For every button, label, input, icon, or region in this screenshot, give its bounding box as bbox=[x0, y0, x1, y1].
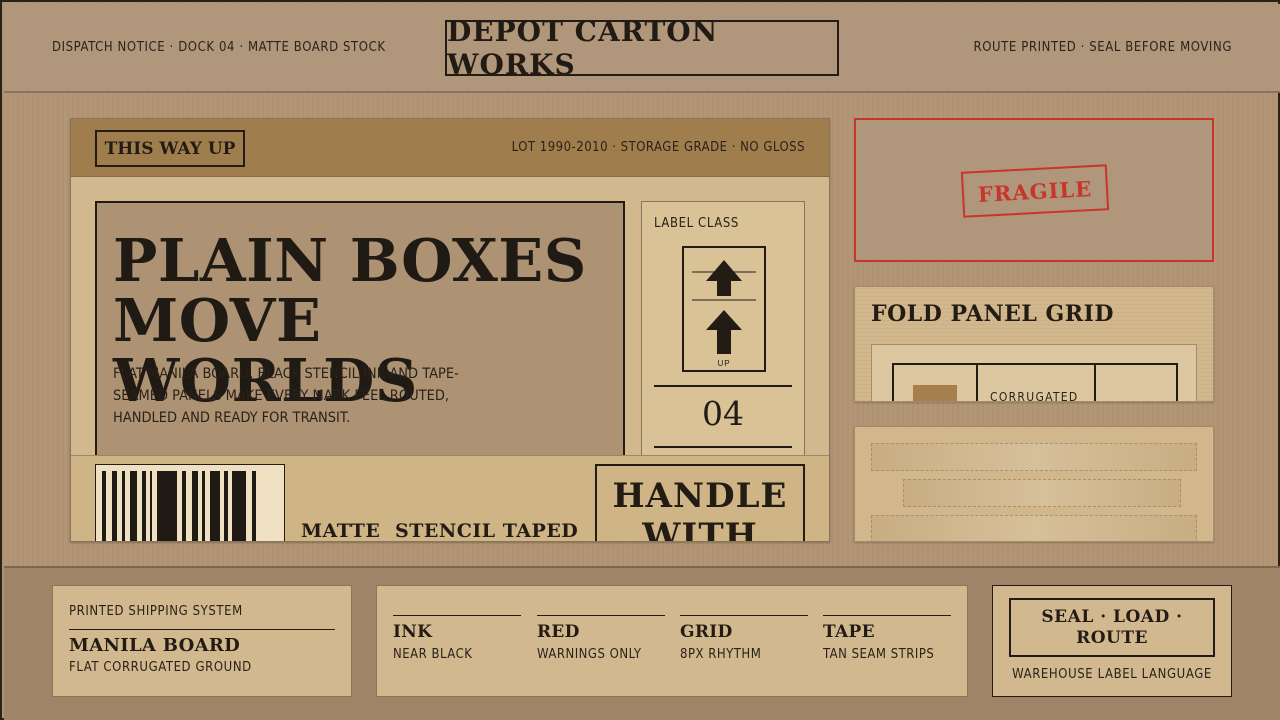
fold-grid-sheet: CORRUGATED bbox=[871, 344, 1197, 402]
seal-subtitle: WAREHOUSE LABEL LANGUAGE bbox=[1012, 667, 1212, 682]
barcode-icon bbox=[102, 471, 256, 541]
system-subtitle: FLAT CORRUGATED GROUND bbox=[69, 660, 252, 675]
label-rule-bottom bbox=[654, 446, 792, 448]
dispatch-notice: DISPATCH NOTICE · DOCK 04 · MATTE BOARD … bbox=[52, 40, 386, 55]
this-way-up-label: UP bbox=[682, 246, 766, 372]
system-card: PRINTED SHIPPING SYSTEM MANILA BOARD FLA… bbox=[52, 585, 352, 697]
card-footer: MATTE STENCIL TAPED HANDLE WITH bbox=[71, 455, 829, 542]
up-label: UP bbox=[717, 359, 731, 368]
spec-name: GRID bbox=[680, 622, 733, 642]
spec-item-ink: INK NEAR BLACK bbox=[393, 615, 521, 662]
hero-body: FLAT MANILA BOARD, BLACK STENCIL INK AND… bbox=[113, 366, 459, 426]
spec-desc: NEAR BLACK bbox=[393, 647, 473, 662]
spec-name: RED bbox=[537, 622, 580, 642]
spec-card: INK NEAR BLACK RED WARNINGS ONLY GRID 8P… bbox=[376, 585, 968, 697]
lot-text: LOT 1990-2010 · STORAGE GRADE · NO GLOSS bbox=[511, 140, 805, 155]
fold-line bbox=[1094, 365, 1096, 401]
seal-card: SEAL · LOAD · ROUTE WAREHOUSE LABEL LANG… bbox=[992, 585, 1232, 697]
page-frame: DISPATCH NOTICE · DOCK 04 · MATTE BOARD … bbox=[0, 0, 1280, 720]
fragile-stamp: FRAGILE bbox=[960, 164, 1110, 218]
fold-grid: CORRUGATED bbox=[892, 363, 1178, 402]
spec-desc: WARNINGS ONLY bbox=[537, 647, 642, 662]
brand-logo[interactable]: DEPOT CARTON WORKS bbox=[445, 15, 839, 81]
this-way-up-badge: THIS WAY UP bbox=[95, 130, 245, 167]
route-note: ROUTE PRINTED · SEAL BEFORE MOVING bbox=[973, 40, 1232, 55]
fragile-panel: FRAGILE bbox=[854, 118, 1214, 262]
stencil-taped-word: STENCIL TAPED bbox=[395, 520, 579, 542]
bottom-band: PRINTED SHIPPING SYSTEM MANILA BOARD FLA… bbox=[4, 566, 1280, 720]
system-rule bbox=[69, 629, 335, 630]
up-arrows-icon bbox=[692, 260, 756, 354]
top-bar: DISPATCH NOTICE · DOCK 04 · MATTE BOARD … bbox=[4, 4, 1280, 93]
label-class-title: LABEL CLASS bbox=[654, 216, 739, 231]
system-title: MANILA BOARD bbox=[69, 635, 241, 656]
tape-swatch bbox=[913, 385, 957, 401]
spec-item-tape: TAPE TAN SEAM STRIPS bbox=[823, 615, 951, 662]
spec-item-red: RED WARNINGS ONLY bbox=[537, 615, 665, 662]
seal-load-route-button[interactable]: SEAL · LOAD · ROUTE bbox=[1009, 598, 1215, 657]
tape-strip bbox=[871, 443, 1197, 471]
spec-item-grid: GRID 8PX RHYTHM bbox=[680, 615, 808, 662]
spec-desc: TAN SEAM STRIPS bbox=[823, 647, 935, 662]
tape-strip bbox=[871, 515, 1197, 541]
barcode bbox=[95, 464, 285, 541]
spec-name: INK bbox=[393, 622, 433, 642]
label-class-number: 04 bbox=[702, 394, 744, 433]
tape-strips-panel bbox=[854, 426, 1214, 542]
system-eyebrow: PRINTED SHIPPING SYSTEM bbox=[69, 604, 243, 619]
tape-strip bbox=[903, 479, 1181, 507]
handle-with-care-label: HANDLE WITH bbox=[595, 464, 805, 541]
fold-panel-title: FOLD PANEL GRID bbox=[871, 301, 1114, 327]
hero-title-line-1: PLAIN BOXES bbox=[113, 226, 587, 295]
corrugated-label: CORRUGATED bbox=[990, 390, 1079, 402]
main-card: THIS WAY UP LOT 1990-2010 · STORAGE GRAD… bbox=[70, 118, 830, 542]
spec-desc: 8PX RHYTHM bbox=[680, 647, 762, 662]
fold-panel-grid: FOLD PANEL GRID CORRUGATED bbox=[854, 286, 1214, 402]
hero-panel: PLAIN BOXES MOVE WORLDS FLAT MANILA BOAR… bbox=[95, 201, 625, 461]
label-rule-top bbox=[654, 385, 792, 387]
spec-name: TAPE bbox=[823, 622, 875, 642]
label-class-panel: LABEL CLASS UP 04 bbox=[641, 201, 805, 461]
card-header: THIS WAY UP LOT 1990-2010 · STORAGE GRAD… bbox=[71, 119, 829, 177]
matte-word: MATTE bbox=[301, 520, 381, 542]
fold-line bbox=[976, 365, 978, 401]
